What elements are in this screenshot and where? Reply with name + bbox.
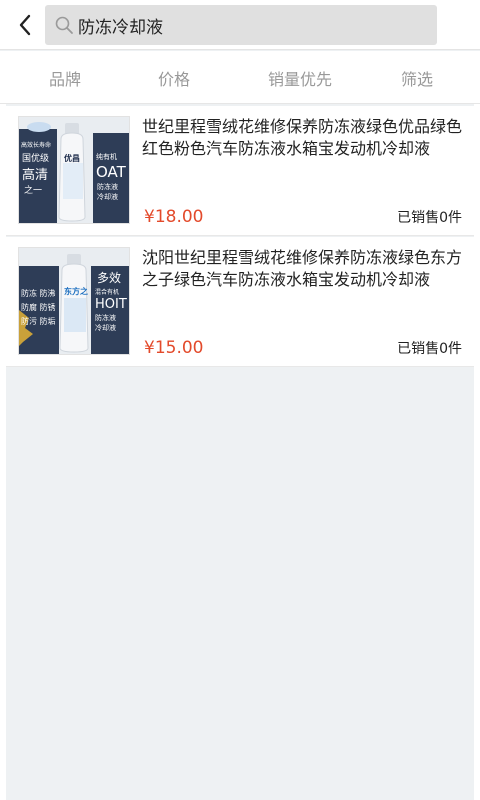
product-title[interactable]: 沈阳世纪里程雪绒花维修保养防冻液绿色东方之子绿色汽车防冻液水箱宝发动机冷却液 — [142, 247, 468, 291]
top-header — [0, 0, 480, 50]
product-sold-count: 已销售0件 — [397, 341, 462, 357]
image-text: 混合有机 — [95, 288, 119, 296]
product-image[interactable]: 高效长寿命 国优级 高清 之一 优昌 纯有机 OAT 防冻液 冷却液 — [18, 116, 130, 224]
image-text: 冷却液 — [97, 192, 118, 201]
image-text: 冷却液 — [95, 323, 116, 332]
product-sold-count: 已销售0件 — [397, 210, 462, 226]
product-price: ¥15.00 — [144, 338, 204, 358]
page-right-edge — [474, 104, 480, 800]
image-text: 高效长寿命 — [21, 141, 51, 149]
image-text: 多效 — [97, 270, 121, 285]
product-image[interactable]: 防冻 防沸 防腐 防锈 防污 防垢 东方之 多效 混合有机 HOIT 防冻液 冷… — [18, 247, 130, 355]
tab-sales[interactable]: 销量优先 — [240, 51, 360, 104]
tab-filter[interactable]: 筛选 — [357, 51, 477, 104]
image-text: 优昌 — [64, 153, 80, 163]
image-text: HOIT — [95, 297, 127, 312]
back-button[interactable] — [8, 8, 42, 42]
tab-price[interactable]: 价格 — [114, 51, 234, 104]
search-input[interactable] — [78, 15, 408, 35]
product-item[interactable]: 防冻 防沸 防腐 防锈 防污 防垢 东方之 多效 混合有机 HOIT 防冻液 冷… — [6, 237, 474, 367]
image-text: 防腐 防锈 — [21, 302, 56, 312]
image-text: 之一 — [24, 184, 42, 196]
image-text: 东方之 — [64, 286, 88, 296]
image-text: OAT — [96, 163, 127, 181]
product-item[interactable]: 高效长寿命 国优级 高清 之一 优昌 纯有机 OAT 防冻液 冷却液 世纪里程雪… — [6, 106, 474, 236]
image-text: 防冻液 — [95, 313, 116, 322]
product-title[interactable]: 世纪里程雪绒花维修保养防冻液绿色优品绿色红色粉色汽车防冻液水箱宝发动机冷却液 — [142, 116, 468, 160]
filter-bar: 品牌 价格 销量优先 筛选 — [0, 51, 480, 104]
image-text: 纯有机 — [96, 152, 117, 161]
back-arrow-icon — [19, 14, 31, 36]
search-bar[interactable] — [45, 5, 437, 45]
image-text: 防冻液 — [97, 182, 118, 191]
image-text: 国优级 — [22, 152, 49, 164]
image-text: 高清 — [22, 167, 48, 183]
image-text: 防冻 防沸 — [21, 288, 56, 298]
search-icon — [54, 15, 74, 35]
tab-brand[interactable]: 品牌 — [5, 51, 125, 104]
image-text: 防污 防垢 — [21, 316, 56, 326]
product-price: ¥18.00 — [144, 207, 204, 227]
